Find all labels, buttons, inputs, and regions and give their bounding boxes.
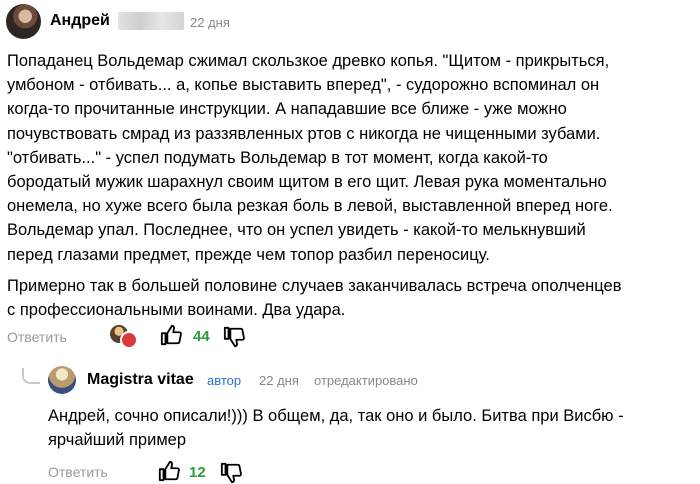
comment-line: Попаданец Вольдемар сжимал скользкое дре… [7, 52, 610, 70]
comment-line: когда-то прочитанные инструкции. А напад… [7, 100, 567, 119]
reply-author[interactable]: Magistra vitae [87, 371, 194, 389]
comment-line: Примерно так в большей половине случаев … [7, 276, 622, 295]
comment-line: умбоном - отбивать... а, копье выставить… [7, 76, 600, 95]
reply-line: ярчайший пример [48, 431, 187, 450]
thread-connector [22, 368, 40, 384]
dislike-icon[interactable] [223, 326, 245, 348]
comment-line: с профессиональными воинами. Два удара. [7, 301, 346, 320]
reply-avatar[interactable] [48, 366, 76, 394]
blurred-surname [118, 12, 184, 30]
reply-line: Андрей, сочно описали!))) В общем, да, т… [48, 407, 624, 425]
reply-dislike-icon[interactable] [220, 462, 242, 484]
comment-line: почувствовать смрад из раззявленных ртов… [7, 124, 601, 143]
reply-text: Андрей, сочно описали!))) В общем, да, т… [48, 404, 698, 452]
reply-reply-button[interactable]: Ответить [48, 464, 108, 480]
comment-line: бородатый мужик шарахнул своим щитом в е… [7, 173, 607, 192]
author-badge: автор [207, 373, 242, 388]
comment-time: 22 дня [190, 15, 230, 30]
comment-line: Вольдемар упал. Последнее, что он успел … [7, 221, 586, 240]
comment-line: "отбивать..." - успел подумать Вольдемар… [7, 148, 548, 167]
avatar[interactable] [6, 4, 41, 39]
reply-like-count: 12 [189, 464, 206, 481]
comment-line: перед глазами предмет, прежде чем топор … [7, 245, 490, 264]
reply-button[interactable]: Ответить [7, 329, 67, 345]
reply-time: 22 дня [259, 373, 299, 388]
like-count: 44 [193, 328, 210, 345]
edited-label: отредактировано [314, 373, 418, 388]
comment-line: онемела, но хуже всего была резкая боль … [7, 197, 613, 216]
reactions-icon[interactable] [110, 325, 138, 349]
like-icon[interactable] [160, 324, 182, 346]
comment-author[interactable]: Андрей [50, 12, 110, 30]
comment-text: Попаданец Вольдемар сжимал скользкое дре… [7, 49, 697, 322]
reply-like-icon[interactable] [158, 460, 180, 482]
